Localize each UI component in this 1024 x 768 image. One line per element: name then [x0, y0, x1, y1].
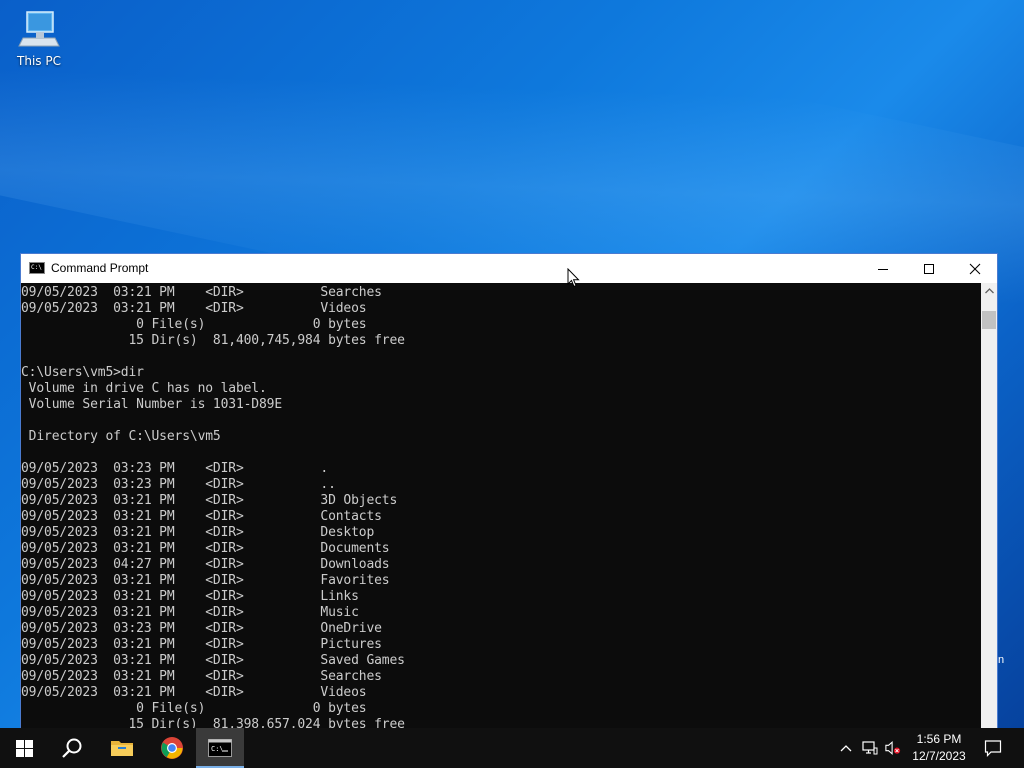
- console-line: 09/05/2023 03:21 PM <DIR> 3D Objects: [21, 493, 398, 508]
- console-line: 09/05/2023 03:21 PM <DIR> Favorites: [21, 573, 390, 588]
- console-line: Volume in drive C has no label.: [21, 381, 267, 396]
- notification-icon: [984, 740, 1002, 757]
- scrollbar-thumb[interactable]: [982, 311, 996, 329]
- volume-button[interactable]: [885, 740, 901, 756]
- taskbar-file-explorer[interactable]: [98, 728, 146, 768]
- offscreen-text-fragment: n: [998, 654, 1005, 666]
- computer-icon: [18, 11, 60, 47]
- console-line: 09/05/2023 03:23 PM <DIR> .: [21, 461, 329, 476]
- close-button[interactable]: [952, 254, 998, 283]
- volume-muted-icon: [885, 741, 901, 755]
- console-line: 09/05/2023 03:21 PM <DIR> Music: [21, 605, 359, 620]
- console-line: 09/05/2023 04:27 PM <DIR> Downloads: [21, 557, 390, 572]
- maximize-icon: [924, 263, 934, 274]
- clock-date: 12/7/2023: [912, 749, 966, 763]
- console-line: Directory of C:\Users\vm5: [21, 429, 221, 444]
- minimize-icon: [878, 268, 888, 270]
- console-line: 09/05/2023 03:21 PM <DIR> Videos: [21, 301, 367, 316]
- chevron-up-icon: [840, 745, 852, 752]
- console-line: 15 Dir(s) 81,400,745,984 bytes free: [21, 333, 405, 348]
- console-line: 15 Dir(s) 81,398,657,024 bytes free: [21, 717, 405, 728]
- console-line: 09/05/2023 03:21 PM <DIR> Saved Games: [21, 653, 405, 668]
- vertical-scrollbar[interactable]: [981, 283, 997, 728]
- console-line: 09/05/2023 03:21 PM <DIR> Documents: [21, 541, 390, 556]
- maximize-button[interactable]: [906, 254, 952, 283]
- console-line: 09/05/2023 03:21 PM <DIR> Pictures: [21, 637, 382, 652]
- mouse-pointer-icon: [567, 267, 580, 292]
- console-line: 09/05/2023 03:21 PM <DIR> Videos: [21, 685, 367, 700]
- desktop-icon-label: This PC: [17, 54, 61, 68]
- scroll-up-button[interactable]: [981, 283, 997, 299]
- taskbar-clock[interactable]: 1:56 PM 12/7/2023: [906, 728, 972, 768]
- console-text: 09/05/2023 03:21 PM <DIR> Searches 09/05…: [21, 283, 981, 728]
- cmd-icon: C:\: [208, 739, 232, 757]
- console-line: Volume Serial Number is 1031-D89E: [21, 397, 283, 412]
- console-line: 09/05/2023 03:23 PM <DIR> OneDrive: [21, 621, 382, 636]
- windows-start-icon: [15, 739, 33, 757]
- console-line: 09/05/2023 03:21 PM <DIR> Contacts: [21, 509, 382, 524]
- start-button[interactable]: [0, 728, 48, 768]
- taskbar-command-prompt[interactable]: C:\: [196, 728, 244, 768]
- search-icon: [62, 738, 82, 758]
- network-icon: [862, 741, 878, 755]
- network-button[interactable]: [862, 740, 878, 756]
- console-line: 09/05/2023 03:21 PM <DIR> Searches: [21, 669, 382, 684]
- console-output[interactable]: 09/05/2023 03:21 PM <DIR> Searches 09/05…: [21, 283, 981, 728]
- console-line: 0 File(s) 0 bytes: [21, 701, 367, 716]
- window-title: Command Prompt: [51, 261, 149, 275]
- folder-icon: [111, 741, 133, 756]
- clock-time: 1:56 PM: [916, 732, 962, 746]
- command-prompt-window[interactable]: C:\ Command Prompt 09/05/2023 03:21 PM <…: [20, 253, 998, 729]
- close-icon: [969, 263, 981, 274]
- action-center-button[interactable]: [978, 728, 1008, 768]
- chevron-up-icon: [984, 288, 994, 294]
- console-line: 09/05/2023 03:21 PM <DIR> Links: [21, 589, 359, 604]
- console-line: 09/05/2023 03:21 PM <DIR> Searches: [21, 285, 382, 300]
- console-line: 09/05/2023 03:21 PM <DIR> Desktop: [21, 525, 375, 540]
- show-hidden-icons-button[interactable]: [838, 740, 854, 756]
- console-line: C:\Users\vm5>dir: [21, 365, 144, 380]
- taskbar-chrome[interactable]: [148, 728, 196, 768]
- search-button[interactable]: [48, 728, 96, 768]
- console-line: 0 File(s) 0 bytes: [21, 317, 367, 332]
- cmd-icon: C:\: [29, 262, 45, 274]
- chrome-icon: [161, 737, 183, 759]
- window-titlebar[interactable]: C:\ Command Prompt: [21, 254, 997, 283]
- desktop-icon-this-pc[interactable]: This PC: [8, 8, 70, 78]
- svg-text:C:\: C:\: [211, 745, 224, 753]
- console-line: 09/05/2023 03:23 PM <DIR> ..: [21, 477, 336, 492]
- taskbar: C:\ 1:56 PM 12/7/2023: [0, 728, 1024, 768]
- minimize-button[interactable]: [860, 254, 906, 283]
